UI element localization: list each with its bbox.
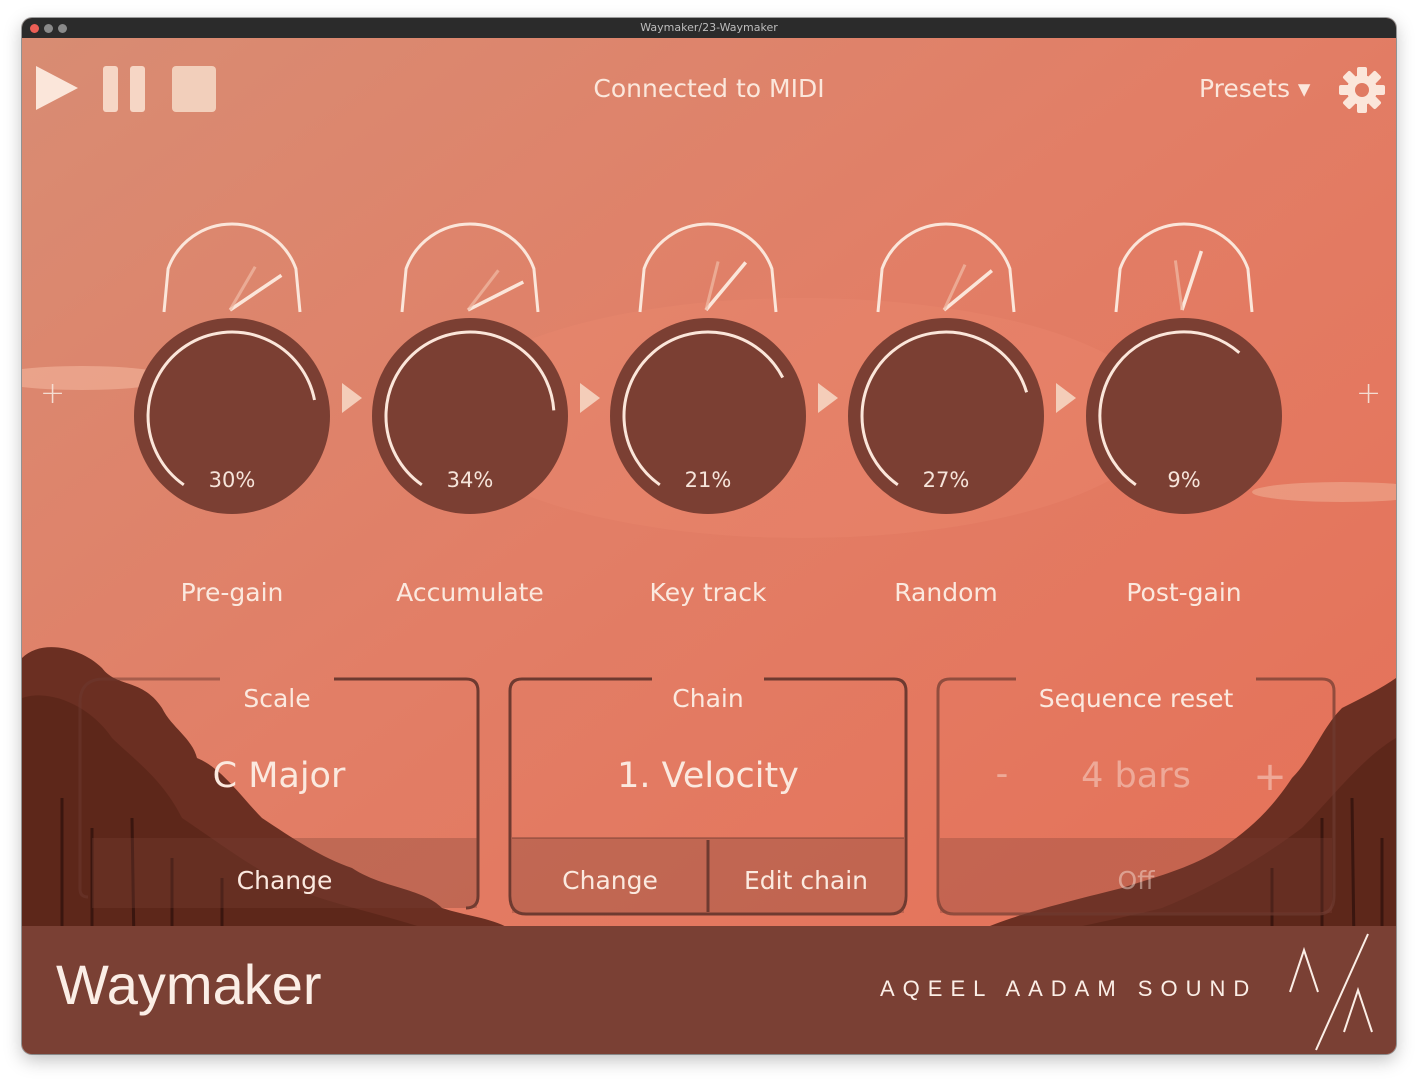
chain-value: 1. Velocity xyxy=(617,756,799,796)
vendor-name: AQEEL AADAM SOUND xyxy=(880,976,1258,1001)
chain-title: Chain xyxy=(672,684,744,713)
sequence-reset-title: Sequence reset xyxy=(1038,684,1234,713)
sequence-decrement-button[interactable]: - xyxy=(982,754,1022,794)
sequence-reset-toggle[interactable]: Off xyxy=(940,866,1332,895)
sequence-reset-value: 4 bars xyxy=(1081,756,1191,796)
scale-title: Scale xyxy=(243,684,311,713)
footer-bar: Waymaker AQEEL AADAM SOUND xyxy=(22,926,1396,1054)
sequence-increment-button[interactable]: + xyxy=(1250,754,1290,800)
vendor-logo-icon xyxy=(1289,933,1373,1051)
title-bar: Waymaker/23-Waymaker xyxy=(22,18,1396,38)
app-window: Waymaker/23-Waymaker Connected to MIDI P… xyxy=(22,18,1396,1054)
scale-value: C Major xyxy=(212,756,346,796)
edit-chain-button[interactable]: Edit chain xyxy=(708,866,904,895)
panel-frames xyxy=(78,677,1336,916)
scale-change-button[interactable]: Change xyxy=(92,866,477,895)
plugin-content: Connected to MIDI Presets ▾ + + 30% Pre-g… xyxy=(22,38,1396,1054)
chain-change-button[interactable]: Change xyxy=(512,866,708,895)
app-name: Waymaker xyxy=(56,953,322,1016)
window-title: Waymaker/23-Waymaker xyxy=(640,21,778,34)
